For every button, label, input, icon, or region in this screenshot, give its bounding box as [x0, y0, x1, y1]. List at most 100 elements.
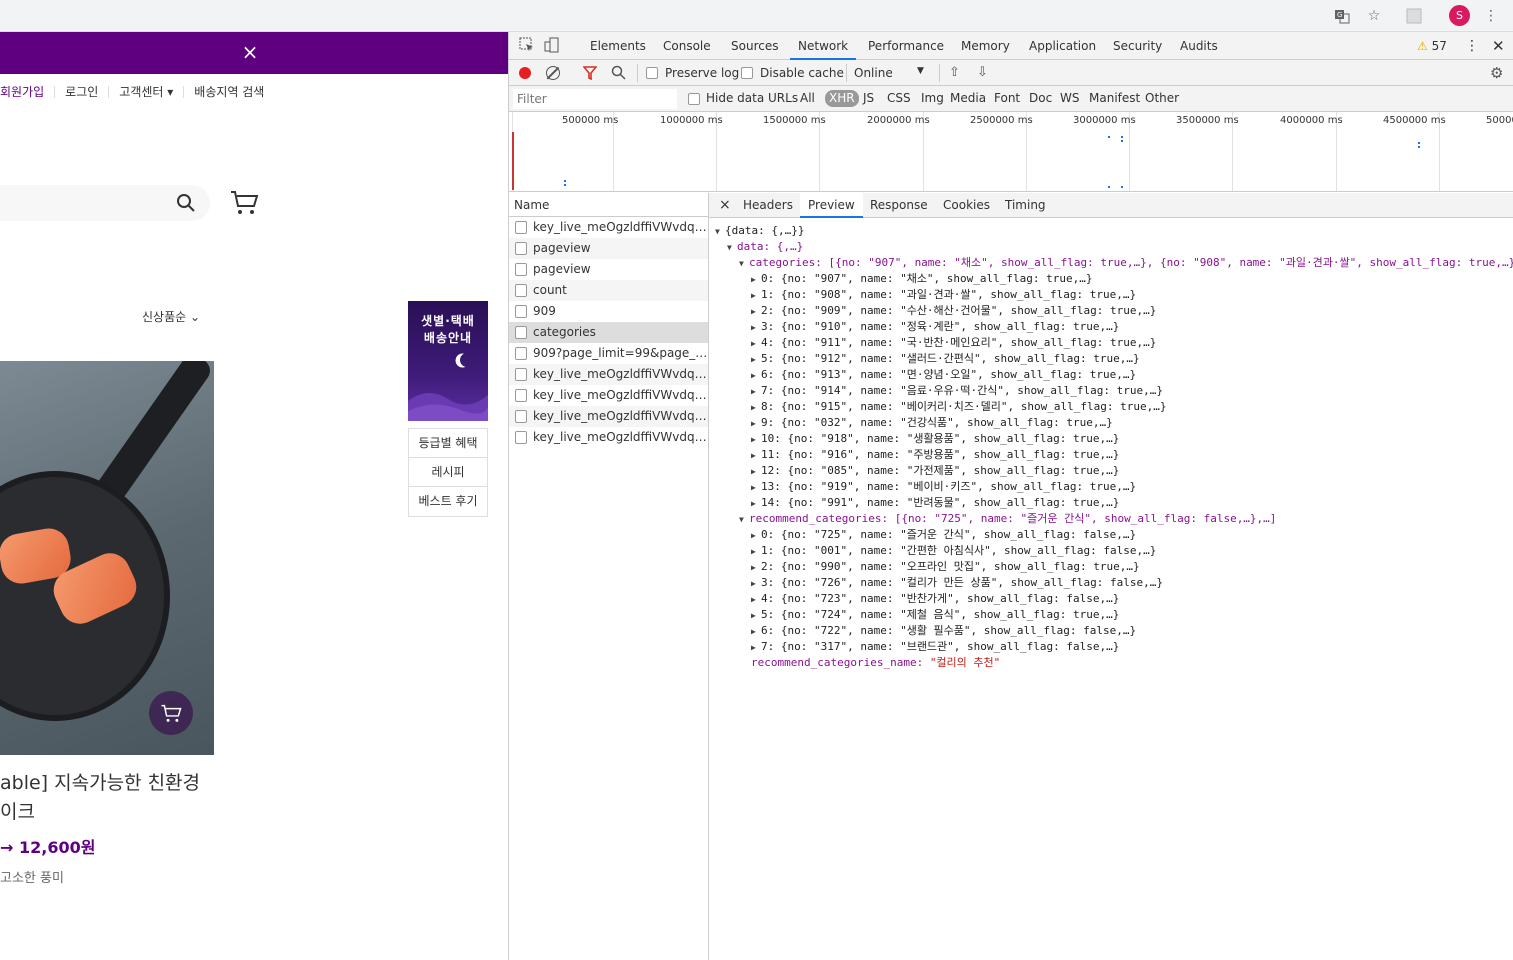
tab-network[interactable]: Network: [790, 32, 857, 60]
json-array-item[interactable]: ▶ 13: {no: "919", name: "베이비·키즈", show_al…: [751, 479, 1136, 495]
import-har-icon[interactable]: ⇧: [949, 65, 960, 80]
filter-type-css[interactable]: CSS: [887, 91, 911, 105]
quick-menu-best-reviews[interactable]: 베스트 후기: [409, 487, 487, 516]
filter-type-all[interactable]: All: [800, 91, 815, 105]
bookmark-star-icon[interactable]: ☆: [1364, 6, 1384, 26]
search-icon[interactable]: [611, 65, 626, 83]
tab-security[interactable]: Security: [1113, 32, 1162, 60]
json-array-item[interactable]: ▶ 7: {no: "317", name: "브랜드관", show_all_f…: [751, 639, 1119, 655]
json-array-item[interactable]: ▶ 4: {no: "723", name: "반찬가게", show_all_f…: [751, 591, 1119, 607]
filter-type-other[interactable]: Other: [1145, 91, 1179, 105]
quick-menu-recipes[interactable]: 레시피: [409, 458, 487, 487]
network-overview-timeline[interactable]: 500000 ms 1000000 ms 1500000 ms 2000000 …: [509, 112, 1513, 192]
request-row[interactable]: pageview: [509, 259, 708, 280]
json-array-item[interactable]: ▶ 0: {no: "907", name: "채소", show_all_fla…: [751, 271, 1093, 287]
filter-type-media[interactable]: Media: [950, 91, 986, 105]
devtools-menu-icon[interactable]: ⋮: [1465, 32, 1479, 60]
json-array-item[interactable]: ▶ 11: {no: "916", name: "주방용품", show_all_…: [751, 447, 1119, 463]
product-image[interactable]: [0, 361, 214, 755]
json-array-item[interactable]: ▶ 7: {no: "914", name: "음료·우유·떡·간식", show…: [751, 383, 1163, 399]
json-array-item[interactable]: ▶ 0: {no: "725", name: "즐거운 간식", show_all…: [751, 527, 1136, 543]
json-recommend-node[interactable]: ▼ recommend_categories: [{no: "725", name…: [739, 511, 1276, 527]
request-row[interactable]: pageview: [509, 238, 708, 259]
tab-memory[interactable]: Memory: [961, 32, 1010, 60]
request-row-selected[interactable]: categories: [509, 322, 708, 343]
add-to-cart-button[interactable]: [149, 691, 193, 735]
request-row[interactable]: key_live_meOgzldffiVWvdquf…: [509, 364, 708, 385]
json-array-item[interactable]: ▶ 1: {no: "908", name: "과일·견과·쌀", show_al…: [751, 287, 1136, 303]
tab-response[interactable]: Response: [862, 193, 936, 218]
request-row[interactable]: key_live_meOgzldffiVWvdquf…: [509, 217, 708, 238]
json-array-item[interactable]: ▶ 10: {no: "918", name: "생활용품", show_all_…: [751, 431, 1119, 447]
json-array-item[interactable]: ▶ 5: {no: "724", name: "제철 음식", show_all_…: [751, 607, 1119, 623]
json-array-item[interactable]: ▶ 2: {no: "909", name: "수산·해산·건어물", show_…: [751, 303, 1156, 319]
warning-counter[interactable]: ⚠ 57: [1417, 32, 1447, 60]
json-array-item[interactable]: ▶ 6: {no: "913", name: "면·양념·오일", show_al…: [751, 367, 1136, 383]
filter-icon[interactable]: [582, 66, 598, 83]
translate-icon[interactable]: G: [1332, 6, 1352, 26]
filter-type-js[interactable]: JS: [863, 91, 874, 105]
delivery-area-search-link[interactable]: 배송지역 검색: [184, 86, 274, 98]
json-array-item[interactable]: ▶ 1: {no: "001", name: "간편한 아침식사", show_a…: [751, 543, 1156, 559]
tab-sources[interactable]: Sources: [731, 32, 778, 60]
product-title[interactable]: able] 지속가능한 친환경 이크: [0, 769, 200, 827]
menu-kebab-icon[interactable]: ⋮: [1481, 6, 1501, 26]
login-link[interactable]: 로그인: [55, 86, 110, 98]
filter-type-doc[interactable]: Doc: [1029, 91, 1052, 105]
request-row[interactable]: 909?page_limit=99&page_no…: [509, 343, 708, 364]
quick-menu-benefits[interactable]: 등급별 혜택: [409, 429, 487, 458]
filter-type-img[interactable]: Img: [921, 91, 944, 105]
json-array-item[interactable]: ▶ 3: {no: "910", name: "정육·계란", show_all_…: [751, 319, 1119, 335]
profile-avatar[interactable]: S: [1449, 5, 1470, 26]
search-icon[interactable]: [176, 193, 196, 213]
json-data-node[interactable]: ▼ data: {,…}: [727, 239, 803, 255]
filter-input[interactable]: [513, 89, 677, 109]
name-column-header[interactable]: Name: [509, 193, 708, 217]
export-har-icon[interactable]: ⇩: [977, 65, 988, 80]
json-array-item[interactable]: ▶ 6: {no: "722", name: "생활 필수품", show_all…: [751, 623, 1136, 639]
tab-cookies[interactable]: Cookies: [935, 193, 998, 218]
tab-elements[interactable]: Elements: [590, 32, 646, 60]
request-row[interactable]: key_live_meOgzldffiVWvdquf…: [509, 406, 708, 427]
json-array-item[interactable]: ▶ 3: {no: "726", name: "컬리가 만든 상품", show_…: [751, 575, 1163, 591]
clear-icon[interactable]: [546, 66, 560, 80]
json-array-item[interactable]: ▶ 2: {no: "990", name: "오프라인 맛집", show_al…: [751, 559, 1140, 575]
signup-link[interactable]: 회원가입: [0, 86, 56, 98]
throttling-select[interactable]: Online ▼: [854, 66, 924, 80]
tab-timing[interactable]: Timing: [997, 193, 1054, 218]
extension-icon[interactable]: [1404, 6, 1424, 26]
request-row[interactable]: key_live_meOgzldffiVWvdquf…: [509, 427, 708, 448]
request-row[interactable]: 909: [509, 301, 708, 322]
json-recommend-name-node[interactable]: recommend_categories_name: "컬리의 추천": [751, 655, 1000, 671]
filter-type-xhr[interactable]: XHR: [825, 90, 859, 107]
filter-type-manifest[interactable]: Manifest: [1089, 91, 1140, 105]
customer-center-link[interactable]: 고객센터 ▾: [109, 86, 185, 98]
close-devtools-icon[interactable]: ✕: [1492, 32, 1505, 60]
preserve-log-checkbox[interactable]: [646, 67, 658, 79]
json-root-node[interactable]: ▼ {data: {,…}}: [715, 223, 804, 239]
filter-type-ws[interactable]: WS: [1060, 91, 1079, 105]
json-array-item[interactable]: ▶ 8: {no: "915", name: "베이커리·치즈·델리", show…: [751, 399, 1166, 415]
request-row[interactable]: key_live_meOgzldffiVWvdquf…: [509, 385, 708, 406]
tab-preview[interactable]: Preview: [800, 193, 863, 218]
tab-application[interactable]: Application: [1029, 32, 1096, 60]
close-icon[interactable]: ×: [240, 42, 260, 62]
json-array-item[interactable]: ▶ 9: {no: "032", name: "건강식품", show_all_f…: [751, 415, 1113, 431]
json-array-item[interactable]: ▶ 14: {no: "991", name: "반려동물", show_all_…: [751, 495, 1119, 511]
delivery-info-banner[interactable]: 샛별·택배 배송안내: [408, 301, 488, 421]
network-settings-gear-icon[interactable]: ⚙: [1490, 64, 1503, 82]
device-toolbar-icon[interactable]: [544, 37, 560, 55]
request-row[interactable]: count: [509, 280, 708, 301]
hide-data-urls-checkbox[interactable]: [688, 93, 700, 105]
tab-audits[interactable]: Audits: [1180, 32, 1218, 60]
cart-icon[interactable]: [229, 187, 259, 217]
inspect-element-icon[interactable]: [519, 37, 535, 55]
sort-dropdown[interactable]: 신상품순 ⌄: [142, 308, 200, 325]
tab-performance[interactable]: Performance: [868, 32, 944, 60]
json-array-item[interactable]: ▶ 12: {no: "085", name: "가전제품", show_all_…: [751, 463, 1119, 479]
json-categories-node[interactable]: ▼ categories: [{no: "907", name: "채소", sh…: [739, 255, 1513, 271]
tab-headers[interactable]: Headers: [735, 193, 801, 218]
record-icon[interactable]: [519, 67, 531, 79]
tab-console[interactable]: Console: [663, 32, 711, 60]
filter-type-font[interactable]: Font: [994, 91, 1020, 105]
